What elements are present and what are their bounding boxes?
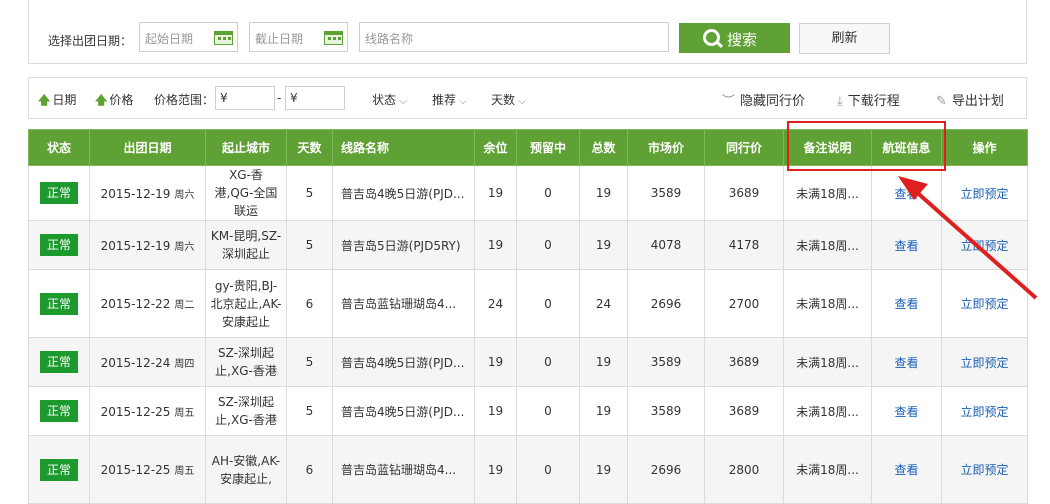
annotation-arrow	[898, 176, 1038, 300]
arrow-shaft	[910, 186, 1038, 300]
